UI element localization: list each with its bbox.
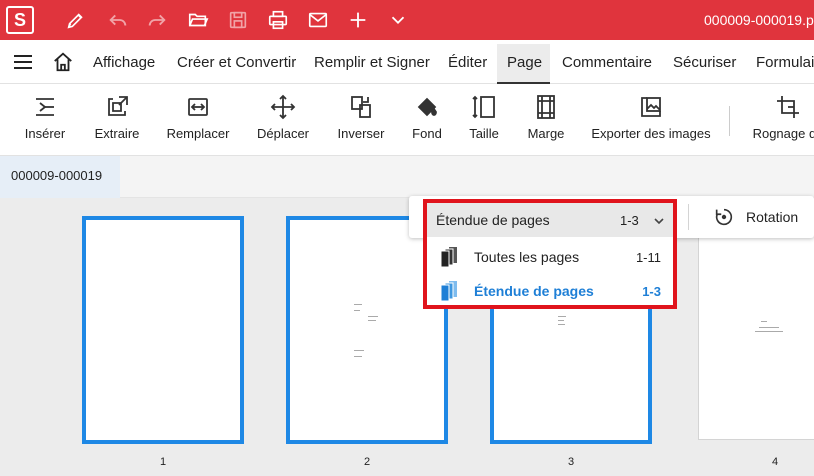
crop-button[interactable]: Rognage de xyxy=(748,84,814,156)
menu-commentaire[interactable]: Commentaire xyxy=(562,54,652,71)
menu-formulaires[interactable]: Formulai xyxy=(756,54,814,71)
document-tab-bar: 000009-000019 xyxy=(0,156,814,198)
margin-label: Marge xyxy=(527,126,565,141)
rotation-button[interactable]: Rotation xyxy=(746,209,798,225)
page-thumbnail-1[interactable] xyxy=(82,216,244,444)
text-line xyxy=(368,316,378,317)
text-line xyxy=(354,304,362,305)
replace-label: Remplacer xyxy=(166,126,230,141)
text-line xyxy=(354,350,364,351)
move-label: Déplacer xyxy=(256,126,310,141)
export-images-icon xyxy=(641,97,661,117)
pages-stack-icon xyxy=(439,246,459,268)
fill-bucket-icon xyxy=(417,97,437,117)
save-icon[interactable] xyxy=(226,8,250,32)
replace-button[interactable]: Remplacer xyxy=(164,84,232,156)
text-line xyxy=(354,356,362,357)
size-label: Taille xyxy=(469,126,499,141)
page-range-select[interactable]: Étendue de pages 1-3 xyxy=(427,203,673,237)
hamburger-menu-icon[interactable] xyxy=(12,52,34,72)
open-folder-icon[interactable] xyxy=(186,8,210,32)
size-icon xyxy=(472,95,495,119)
size-button[interactable]: Taille xyxy=(466,84,502,156)
ribbon-separator xyxy=(729,106,730,136)
title-bar: S 000009-000019.pd xyxy=(0,0,814,40)
extract-icon xyxy=(108,96,128,116)
rotate-icon[interactable] xyxy=(713,206,735,228)
option-page-range-label: Étendue de pages xyxy=(474,283,594,299)
move-icon xyxy=(270,94,296,120)
text-line xyxy=(368,320,376,321)
extract-label: Extraire xyxy=(94,126,140,141)
app-logo[interactable]: S xyxy=(6,6,34,34)
option-all-pages-value: 1-11 xyxy=(635,250,661,265)
text-line xyxy=(759,327,779,328)
document-title: 000009-000019.pd xyxy=(704,12,814,28)
menu-page[interactable]: Page xyxy=(507,54,542,71)
insert-label: Insérer xyxy=(24,126,66,141)
replace-icon xyxy=(188,98,208,116)
toolbar-separator xyxy=(688,204,689,230)
mail-icon[interactable] xyxy=(306,8,330,32)
reverse-icon xyxy=(351,96,371,118)
plus-icon[interactable] xyxy=(346,8,370,32)
page-ribbon: Insérer Extraire Remplacer Déplacer Inve… xyxy=(0,84,814,156)
text-line xyxy=(558,320,564,321)
home-icon[interactable] xyxy=(52,51,74,73)
reverse-button[interactable]: Inverser xyxy=(335,84,387,156)
page-number: 1 xyxy=(160,456,167,468)
menu-editer[interactable]: Éditer xyxy=(448,54,487,71)
page-range-select-label: Étendue de pages xyxy=(436,212,550,228)
page-thumbnail-4[interactable] xyxy=(698,220,814,440)
pages-range-icon xyxy=(439,280,459,302)
background-label: Fond xyxy=(412,126,442,141)
page-range-select-value: 1-3 xyxy=(620,213,639,228)
page-number: 3 xyxy=(568,456,575,468)
chevron-down-icon xyxy=(653,214,665,226)
margin-button[interactable]: Marge xyxy=(524,84,568,156)
print-icon[interactable] xyxy=(266,8,290,32)
extract-button[interactable]: Extraire xyxy=(92,84,142,156)
page-range-dropdown: Étendue de pages 1-3 Toutes les pages 1-… xyxy=(423,199,677,309)
insert-button[interactable]: Insérer xyxy=(22,84,68,156)
menu-remplir-signer[interactable]: Remplir et Signer xyxy=(314,54,430,71)
menu-bar: Affichage Créer et Convertir Remplir et … xyxy=(0,40,814,84)
crop-icon xyxy=(777,96,799,118)
document-tab[interactable]: 000009-000019 xyxy=(0,156,120,198)
export-images-button[interactable]: Exporter des images xyxy=(589,84,713,156)
redo-icon[interactable] xyxy=(145,8,169,32)
menu-creer-convertir[interactable]: Créer et Convertir xyxy=(177,54,296,71)
reverse-label: Inverser xyxy=(337,126,385,141)
undo-icon[interactable] xyxy=(106,8,130,32)
menu-securiser[interactable]: Sécuriser xyxy=(673,54,736,71)
page-number: 2 xyxy=(364,456,371,468)
text-line xyxy=(755,331,783,332)
chevron-down-icon[interactable] xyxy=(386,8,410,32)
export-images-label: Exporter des images xyxy=(591,126,711,141)
insert-page-icon xyxy=(36,98,54,116)
margin-icon xyxy=(537,95,555,119)
menu-affichage[interactable]: Affichage xyxy=(93,54,155,71)
text-line xyxy=(761,321,767,322)
option-all-pages[interactable]: Toutes les pages 1-11 xyxy=(427,240,673,274)
page-number: 4 xyxy=(772,456,779,468)
text-line xyxy=(354,310,360,311)
text-line xyxy=(558,316,566,317)
option-page-range-value: 1-3 xyxy=(642,284,661,299)
option-page-range[interactable]: Étendue de pages 1-3 xyxy=(427,274,673,308)
text-line xyxy=(558,324,565,325)
option-all-pages-label: Toutes les pages xyxy=(474,249,580,265)
background-button[interactable]: Fond xyxy=(409,84,445,156)
move-button[interactable]: Déplacer xyxy=(255,84,311,156)
crop-label: Rognage de xyxy=(752,126,814,141)
pen-icon[interactable] xyxy=(64,8,88,32)
